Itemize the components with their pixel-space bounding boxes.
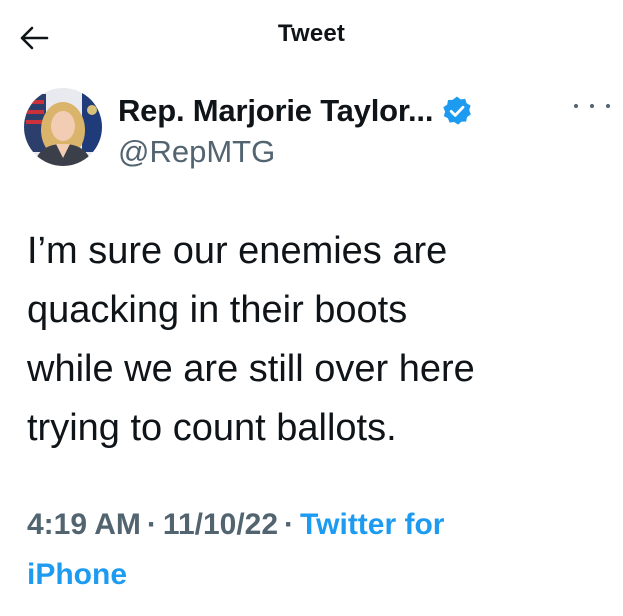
verified-badge-icon bbox=[443, 96, 472, 125]
tweet-text: I’m sure our enemies are quacking in the… bbox=[27, 222, 597, 458]
top-bar: Tweet bbox=[0, 0, 623, 72]
more-options-icon-dot-3 bbox=[606, 104, 610, 108]
tweet-author: Rep. Marjorie Taylor... @RepMTG bbox=[24, 88, 610, 170]
tweet-text-line: while we are still over here bbox=[27, 348, 475, 390]
tweet-time: 4:19 AM bbox=[27, 508, 141, 541]
more-options-icon bbox=[574, 104, 578, 108]
author-name[interactable]: Rep. Marjorie Taylor... bbox=[118, 93, 433, 129]
profile-photo bbox=[24, 88, 102, 166]
tweet-source-link[interactable]: Twitter for bbox=[300, 508, 444, 541]
meta-separator: · bbox=[146, 508, 157, 541]
meta-separator-2: · bbox=[284, 508, 295, 541]
tweet-text-line: trying to count ballots. bbox=[27, 407, 397, 449]
tweet-text-line: I’m sure our enemies are bbox=[27, 230, 448, 272]
tweet-meta: 4:19 AM · 11/10/22 · Twitter for iPhone bbox=[27, 500, 597, 600]
tweet-text-line: quacking in their boots bbox=[27, 289, 408, 331]
tweet-source-link-continued[interactable]: iPhone bbox=[27, 550, 597, 600]
meta-line-1: 4:19 AM · 11/10/22 · Twitter for bbox=[27, 500, 597, 550]
author-handle[interactable]: @RepMTG bbox=[118, 134, 275, 170]
page-title: Tweet bbox=[277, 20, 346, 47]
more-options-icon-dot-2 bbox=[590, 104, 594, 108]
more-options-button[interactable] bbox=[574, 96, 610, 116]
tweet-date: 11/10/22 bbox=[162, 508, 279, 541]
avatar[interactable] bbox=[24, 88, 102, 166]
author-name-line: Rep. Marjorie Taylor... bbox=[118, 91, 473, 131]
